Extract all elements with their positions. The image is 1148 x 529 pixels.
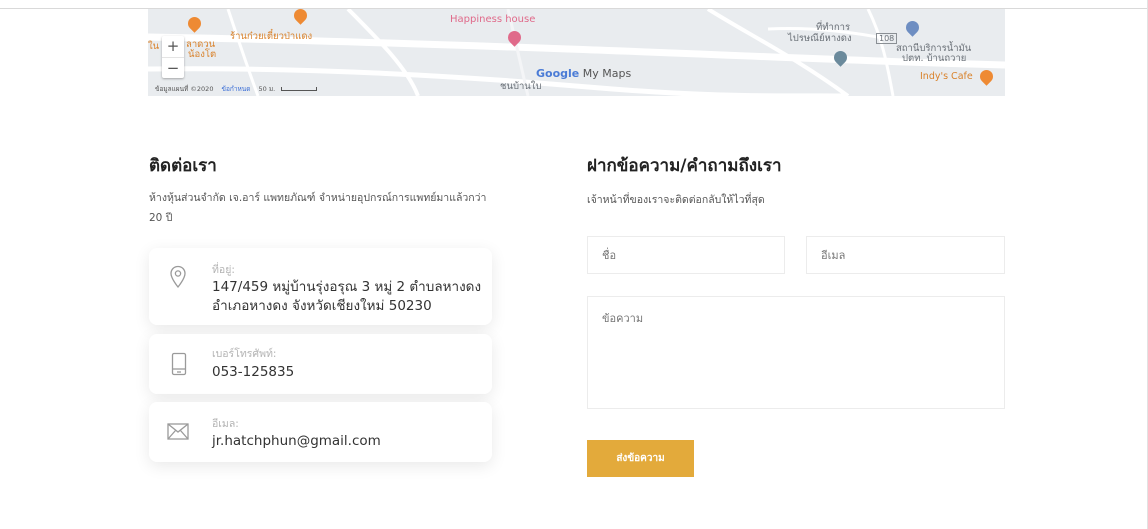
map-label-village: ชนบ้านใบ bbox=[500, 81, 542, 92]
address-card: ที่อยู่: 147/459 หมู่บ้านรุ่งอรุณ 3 หมู่… bbox=[149, 248, 492, 325]
map-scale-label: 50 ม. bbox=[258, 85, 276, 93]
address-line-1: 147/459 หมู่บ้านรุ่งอรุณ 3 หมู่ 2 ตำบลหา… bbox=[212, 279, 482, 295]
map-data-credit: ข้อมูลแผนที่ ©2020 bbox=[155, 85, 214, 93]
google-logo-text: Google bbox=[536, 67, 580, 80]
envelope-icon bbox=[167, 423, 189, 444]
contact-heading: ติดต่อเรา bbox=[149, 156, 217, 176]
email-card: อีเมล: jr.hatchphun@gmail.com bbox=[149, 402, 492, 462]
map-label-cut: ใน bbox=[148, 41, 160, 52]
phone-icon bbox=[171, 352, 187, 380]
email-input[interactable] bbox=[806, 236, 1005, 274]
map-label-post-office: ไปรษณีย์หางดง bbox=[788, 33, 852, 44]
zoom-in-button[interactable]: + bbox=[162, 36, 184, 57]
google-my-maps-logo: Google My Maps bbox=[536, 67, 631, 80]
route-shield-icon: 108 bbox=[876, 33, 898, 44]
form-heading: ฝากข้อความ/คำถามถึงเรา bbox=[587, 156, 782, 176]
map-label-cut: น้องโต bbox=[188, 49, 217, 60]
address-line-2: อำเภอหางดง จังหวัดเชียงใหม่ 50230 bbox=[212, 298, 432, 314]
phone-label: เบอร์โทรศัพท์: bbox=[212, 348, 277, 360]
embedded-map[interactable]: ร้านก๋วยเตี๋ยวป่าแดง ใน ลาดวน น้องโต Hap… bbox=[148, 9, 1005, 96]
map-roads bbox=[148, 9, 1005, 96]
map-label-indys-cafe: Indy's Cafe bbox=[920, 71, 973, 82]
email-value[interactable]: jr.hatchphun@gmail.com bbox=[212, 432, 381, 451]
map-label-happiness-house: Happiness house bbox=[450, 14, 536, 25]
map-attribution: ข้อมูลแผนที่ ©2020 ข้อกำหนด 50 ม. bbox=[155, 84, 318, 94]
send-message-button[interactable]: ส่งข้อความ bbox=[587, 440, 694, 477]
phone-value[interactable]: 053-125835 bbox=[212, 363, 294, 382]
name-input[interactable] bbox=[587, 236, 785, 274]
phone-card: เบอร์โทรศัพท์: 053-125835 bbox=[149, 334, 492, 394]
map-zoom-control: + − bbox=[162, 36, 184, 78]
map-terms-link[interactable]: ข้อกำหนด bbox=[222, 85, 251, 93]
email-label: อีเมล: bbox=[212, 418, 239, 430]
address-label: ที่อยู่: bbox=[212, 264, 235, 276]
zoom-out-button[interactable]: − bbox=[162, 57, 184, 78]
message-textarea[interactable] bbox=[587, 296, 1005, 409]
location-pin-icon bbox=[169, 265, 187, 293]
form-subtitle: เจ้าหน้าที่ของเราจะติดต่อกลับให้ไวที่สุด bbox=[587, 194, 765, 206]
map-label-gas-station: ปตท. บ้านถวาย bbox=[902, 53, 967, 64]
company-intro: ห้างหุ้นส่วนจำกัด เจ.อาร์ แพทยภัณฑ์ จำหน… bbox=[149, 192, 487, 224]
map-label-restaurant: ร้านก๋วยเตี๋ยวป่าแดง bbox=[230, 31, 313, 42]
map-scale-bar bbox=[281, 87, 318, 91]
my-maps-text: My Maps bbox=[582, 67, 632, 80]
